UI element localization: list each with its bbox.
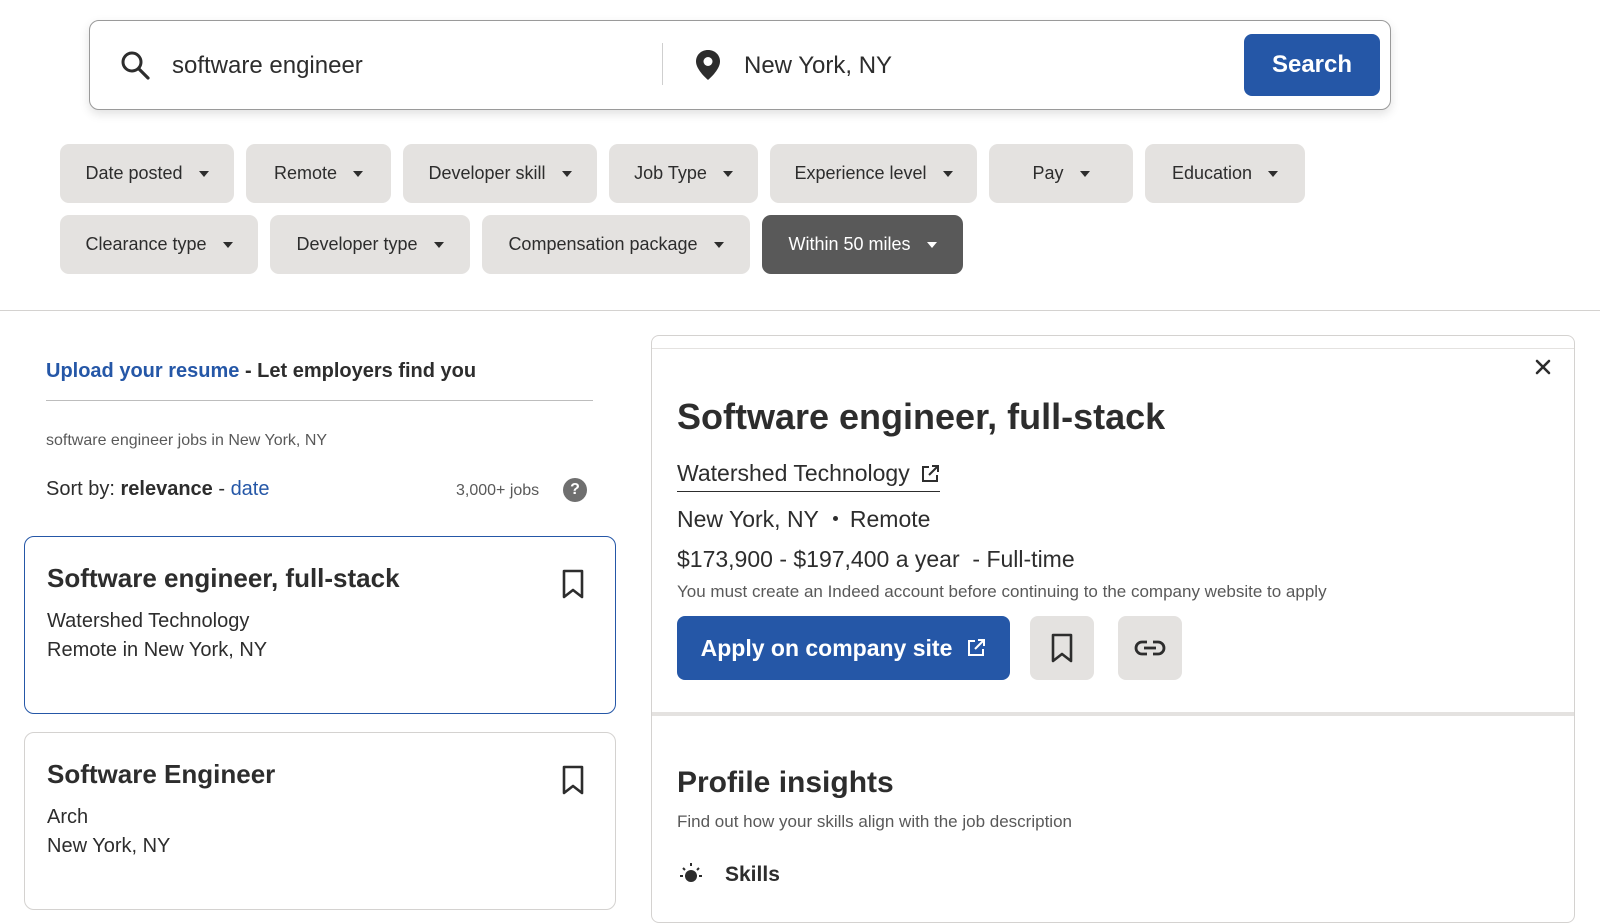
filter-label: Remote [273, 163, 338, 183]
filter-developer-skill[interactable]: Developer skill [403, 144, 597, 203]
filter-label: Within 50 miles [788, 234, 911, 254]
sort-separator: - [212, 478, 231, 500]
caret-down-icon [222, 241, 233, 248]
account-note: You must create an Indeed account before… [677, 582, 1327, 601]
apply-company-site-button[interactable]: Apply on company site [677, 616, 1010, 680]
upload-resume-link[interactable]: Upload your resume [46, 360, 239, 382]
skills-row: Skills [677, 861, 780, 889]
save-job-button[interactable] [1030, 616, 1094, 680]
sort-control: Sort by: relevance - date [46, 478, 270, 501]
job-card-title[interactable]: Software Engineer [47, 759, 593, 790]
filter-compensation-package[interactable]: Compensation package [482, 215, 750, 274]
sort-label: Sort by: [46, 478, 121, 500]
filter-label: Experience level [794, 163, 927, 183]
filter-education[interactable]: Education [1145, 144, 1305, 203]
job-card-company: Arch [47, 806, 89, 828]
job-card[interactable]: Software Engineer Arch New York, NY [24, 732, 616, 910]
filter-row-1: Date posted Remote Developer skill Job T… [60, 144, 1390, 203]
filter-label: Compensation package [508, 234, 698, 254]
caret-down-icon [433, 241, 444, 248]
filter-label: Job Type [634, 163, 707, 183]
panel-top-border [652, 348, 1574, 349]
caret-down-icon [198, 170, 209, 177]
section-divider [652, 712, 1574, 716]
company-name: Watershed Technology [677, 460, 910, 486]
lightbulb-icon [680, 863, 702, 882]
caret-down-icon [926, 241, 937, 248]
close-icon[interactable] [1534, 358, 1552, 376]
external-link-icon [968, 639, 986, 656]
job-card[interactable]: Software engineer, full-stack Watershed … [24, 536, 616, 714]
filter-job-type[interactable]: Job Type [609, 144, 758, 203]
profile-insights-subtitle: Find out how your skills align with the … [677, 812, 1072, 831]
job-count: 3,000+ jobs [456, 482, 540, 499]
left-divider [46, 400, 593, 401]
job-detail-location: New York, NY Remote [677, 506, 930, 533]
where-location-input[interactable] [744, 43, 1204, 89]
caret-down-icon [353, 170, 364, 177]
job-search-bar: Search [89, 20, 1391, 110]
search-button[interactable]: Search [1244, 34, 1380, 96]
caret-down-icon [942, 170, 953, 177]
sort-relevance: relevance [120, 478, 213, 500]
search-icon [121, 51, 150, 80]
skills-label: Skills [725, 863, 780, 886]
filter-developer-type[interactable]: Developer type [270, 215, 470, 274]
remote-text: Remote [849, 506, 931, 532]
header-divider [0, 310, 1600, 311]
bookmark-icon [1051, 633, 1073, 663]
job-card-company: Watershed Technology [47, 610, 250, 632]
job-card-location: Remote in New York, NY [47, 639, 268, 661]
filter-date-posted[interactable]: Date posted [60, 144, 234, 203]
apply-label: Apply on company site [700, 634, 953, 661]
profile-insights-title: Profile insights [677, 766, 894, 799]
caret-down-icon [1079, 170, 1090, 177]
copy-link-button[interactable] [1118, 616, 1182, 680]
job-detail-title: Software engineer, full-stack [677, 396, 1166, 437]
company-link[interactable]: Watershed Technology [677, 460, 940, 492]
filter-label: Pay [1032, 163, 1064, 183]
upload-resume-tagline: - Let employers find you [239, 360, 477, 382]
location-text: New York, NY [677, 506, 819, 532]
what-search-input[interactable] [172, 43, 642, 89]
caret-down-icon [722, 170, 733, 177]
sort-date-link[interactable]: date [231, 478, 270, 500]
bullet-separator [832, 516, 838, 522]
location-pin-icon [696, 50, 720, 80]
job-detail-panel: Software engineer, full-stack Watershed … [651, 335, 1575, 923]
caret-down-icon [561, 170, 572, 177]
filter-row-2: Clearance type Developer type Compensati… [60, 215, 1390, 274]
caret-down-icon [713, 241, 724, 248]
job-card-location: New York, NY [47, 835, 171, 857]
filter-label: Clearance type [85, 234, 207, 254]
filter-pay[interactable]: Pay [989, 144, 1133, 203]
help-icon[interactable]: ? [563, 478, 587, 502]
external-link-icon [921, 464, 939, 482]
search-divider [662, 43, 663, 85]
search-summary: software engineer jobs in New York, NY [46, 432, 328, 449]
filter-distance[interactable]: Within 50 miles [762, 215, 963, 274]
job-type-text: - Full-time [972, 546, 1075, 572]
filter-clearance-type[interactable]: Clearance type [60, 215, 258, 274]
job-card-title[interactable]: Software engineer, full-stack [47, 563, 593, 594]
caret-down-icon [1268, 170, 1279, 177]
bookmark-icon[interactable] [561, 569, 585, 599]
filter-label: Education [1171, 163, 1253, 183]
link-icon [1134, 640, 1166, 656]
filter-label: Developer type [296, 234, 418, 254]
bookmark-icon[interactable] [561, 765, 585, 795]
job-detail-pay: $173,900 - $197,400 a year - Full-time [677, 546, 1075, 573]
filter-label: Developer skill [428, 163, 546, 183]
filter-experience-level[interactable]: Experience level [770, 144, 977, 203]
upload-resume-banner: Upload your resume - Let employers find … [46, 360, 476, 383]
filter-remote[interactable]: Remote [246, 144, 391, 203]
filter-label: Date posted [85, 163, 183, 183]
filter-bar: Date posted Remote Developer skill Job T… [60, 144, 1390, 286]
salary-text: $173,900 - $197,400 a year [677, 546, 960, 572]
